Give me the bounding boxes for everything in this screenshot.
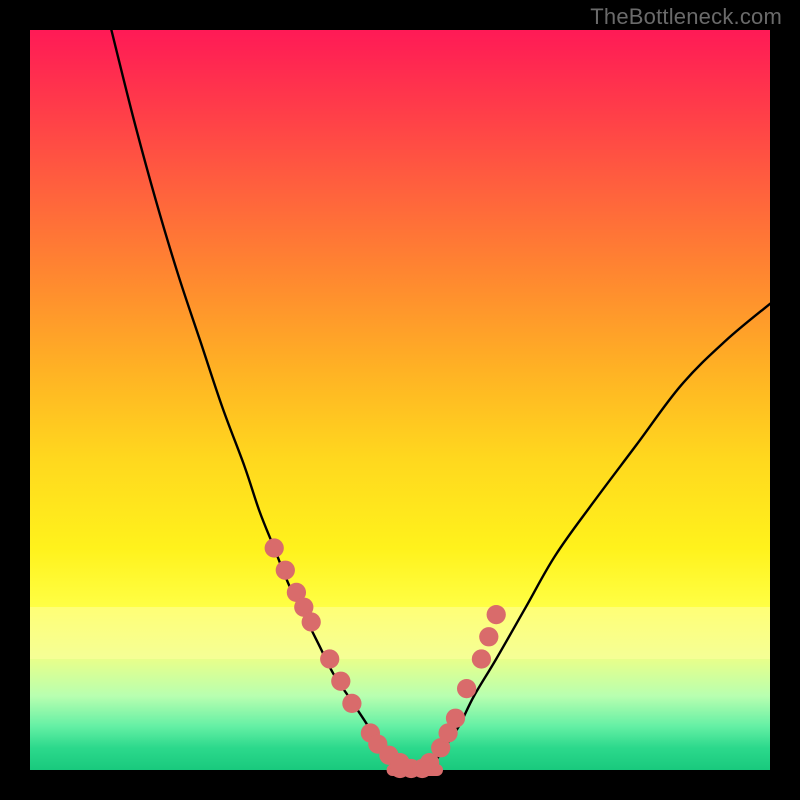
- marker-right: [479, 627, 498, 646]
- marker-left: [320, 649, 339, 668]
- marker-right: [457, 679, 476, 698]
- marker-left: [331, 672, 350, 691]
- marker-left: [342, 694, 361, 713]
- series-lines: [111, 30, 770, 770]
- chart-frame: TheBottleneck.com: [0, 0, 800, 800]
- watermark-text: TheBottleneck.com: [590, 4, 782, 30]
- chart-svg: [30, 30, 770, 770]
- chart-plot-area: [30, 30, 770, 770]
- marker-bottom: [413, 759, 432, 778]
- line-right-curve: [430, 304, 770, 770]
- marker-left: [302, 612, 321, 631]
- marker-right: [446, 709, 465, 728]
- marker-left: [265, 538, 284, 557]
- marker-right: [472, 649, 491, 668]
- marker-right: [487, 605, 506, 624]
- marker-left: [276, 561, 295, 580]
- series-markers: [265, 538, 506, 778]
- line-left-curve: [111, 30, 400, 770]
